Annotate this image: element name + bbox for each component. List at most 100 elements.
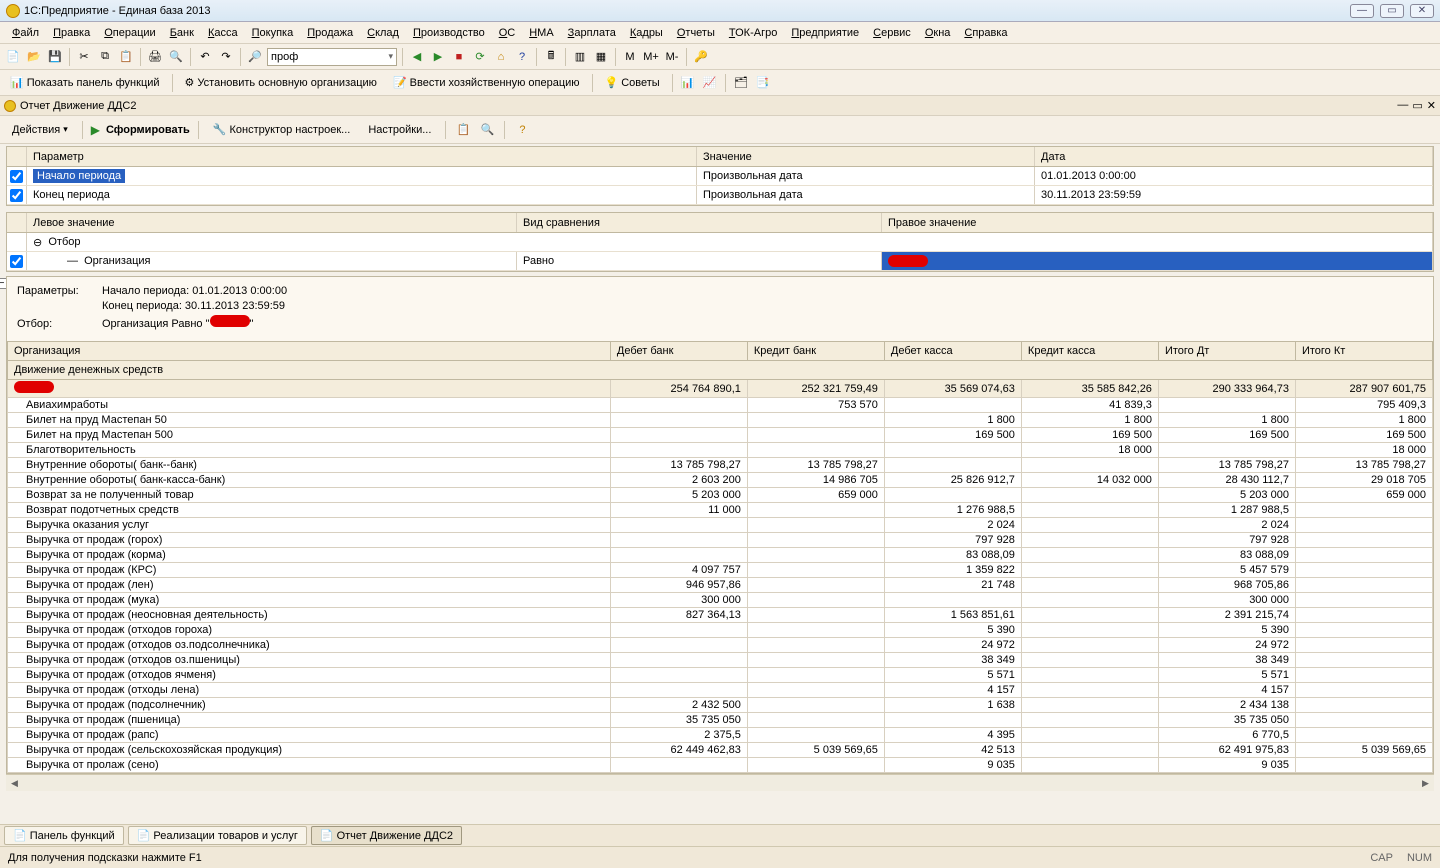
menu-зарплата[interactable]: Зарплата <box>562 25 622 41</box>
menu-окна[interactable]: Окна <box>919 25 957 41</box>
doc-close[interactable]: ✕ <box>1427 99 1436 112</box>
menu-ос[interactable]: ОС <box>493 25 522 41</box>
menu-операции[interactable]: Операции <box>98 25 161 41</box>
param-row[interactable]: Конец периодаПроизвольная дата30.11.2013… <box>7 186 1433 205</box>
table-row[interactable]: Внутренние обороты( банк--банк)13 785 79… <box>8 458 1433 473</box>
horizontal-scrollbar[interactable] <box>6 774 1434 791</box>
menu-отчеты[interactable]: Отчеты <box>671 25 721 41</box>
undo-icon[interactable]: ↶ <box>196 48 214 66</box>
filter-row[interactable]: — Организация Равно <box>7 252 1433 271</box>
search-combo[interactable]: проф <box>267 48 397 66</box>
doc-maximize[interactable]: ▭ <box>1412 99 1422 112</box>
open-icon[interactable]: 📂 <box>25 48 43 66</box>
table-row[interactable]: Возврат подотчетных средств11 0001 276 9… <box>8 503 1433 518</box>
constructor-button[interactable]: 🔧 Конструктор настроек... <box>207 121 357 138</box>
copy-icon[interactable]: ⧉ <box>96 48 114 66</box>
table-row[interactable]: Выручка от продаж (отходов оз.подсолнечн… <box>8 638 1433 653</box>
param-row[interactable]: Начало периодаПроизвольная дата01.01.201… <box>7 167 1433 186</box>
new-icon[interactable]: 📄 <box>4 48 22 66</box>
ext3-icon[interactable]: 🗂 <box>732 74 750 92</box>
advice-button[interactable]: 💡 Советы <box>599 74 666 91</box>
window2-icon[interactable]: ▦ <box>592 48 610 66</box>
menu-склад[interactable]: Склад <box>361 25 405 41</box>
home-icon[interactable]: ⌂ <box>492 48 510 66</box>
menu-предприятие[interactable]: Предприятие <box>785 25 865 41</box>
window1-icon[interactable]: ▥ <box>571 48 589 66</box>
doc-minimize[interactable]: — <box>1397 99 1408 112</box>
menu-касса[interactable]: Касса <box>202 25 244 41</box>
stop-icon[interactable]: ■ <box>450 48 468 66</box>
set-org-button[interactable]: ⚙ Установить основную организацию <box>179 74 383 91</box>
nav-fwd-icon[interactable]: ▶ <box>429 48 447 66</box>
close-button[interactable]: ✕ <box>1410 4 1434 18</box>
actions-dropdown[interactable]: Действия <box>6 122 74 138</box>
column-header[interactable]: Итого Кт <box>1295 342 1432 361</box>
ext2-icon[interactable]: 📈 <box>701 74 719 92</box>
menu-покупка[interactable]: Покупка <box>246 25 300 41</box>
table-row[interactable]: Выручка от продаж (пшеница)35 735 05035 … <box>8 713 1433 728</box>
column-header[interactable]: Кредит банк <box>747 342 884 361</box>
table-row[interactable]: Возврат за не полученный товар5 203 0006… <box>8 488 1433 503</box>
menu-справка[interactable]: Справка <box>958 25 1013 41</box>
table-row[interactable]: Выручка от продаж (неосновная деятельнос… <box>8 608 1433 623</box>
column-header[interactable]: Дебет касса <box>884 342 1021 361</box>
maximize-button[interactable]: ▭ <box>1380 4 1404 18</box>
filter-checkbox[interactable] <box>10 255 23 268</box>
print-icon[interactable]: 🖨 <box>146 48 164 66</box>
table-row[interactable]: Выручка от продаж (отходов оз.пшеницы)38… <box>8 653 1433 668</box>
key-icon[interactable]: 🔑 <box>692 48 710 66</box>
column-header[interactable]: Организация <box>8 342 611 361</box>
show-panel-button[interactable]: 📊 Показать панель функций <box>4 74 166 91</box>
param-checkbox[interactable] <box>10 170 23 183</box>
enter-op-button[interactable]: 📝 Ввести хозяйственную операцию <box>387 74 586 91</box>
table-row[interactable]: Выручка от пролаж (сено)9 0359 035 <box>8 758 1433 773</box>
mplus-button[interactable]: M+ <box>642 48 660 66</box>
menu-сервис[interactable]: Сервис <box>867 25 917 41</box>
table-row[interactable]: Авиахимработы753 57041 839,3795 409,3 <box>8 398 1433 413</box>
table-row[interactable]: Выручка оказания услуг2 0242 024 <box>8 518 1433 533</box>
menu-нма[interactable]: НМА <box>523 25 559 41</box>
table-row[interactable]: Выручка от продаж (КРС)4 097 7571 359 82… <box>8 563 1433 578</box>
task-tab[interactable]: 📄Панель функций <box>4 826 124 845</box>
ext1-icon[interactable]: 📊 <box>679 74 697 92</box>
org-total-row[interactable]: 254 764 890,1252 321 759,4935 569 074,63… <box>8 380 1433 398</box>
column-header[interactable]: Кредит касса <box>1021 342 1158 361</box>
calc-icon[interactable]: 🖩 <box>542 48 560 66</box>
save-icon[interactable]: 💾 <box>46 48 64 66</box>
m-button[interactable]: M <box>621 48 639 66</box>
settings-button[interactable]: Настройки... <box>362 122 437 138</box>
menu-производство[interactable]: Производство <box>407 25 491 41</box>
redo-icon[interactable]: ↷ <box>217 48 235 66</box>
table-row[interactable]: Внутренние обороты( банк-касса-банк)2 60… <box>8 473 1433 488</box>
table-row[interactable]: Выручка от продаж (отходов гороха)5 3905… <box>8 623 1433 638</box>
mminus-button[interactable]: M- <box>663 48 681 66</box>
table-row[interactable]: Выручка от продаж (отходов ячменя)5 5715… <box>8 668 1433 683</box>
search-icon[interactable]: 🔎 <box>246 48 264 66</box>
column-header[interactable]: Дебет банк <box>610 342 747 361</box>
menu-банк[interactable]: Банк <box>164 25 200 41</box>
table-row[interactable]: Выручка от продаж (рапс)2 375,54 3956 77… <box>8 728 1433 743</box>
minimize-button[interactable]: — <box>1350 4 1374 18</box>
help-icon[interactable]: ? <box>513 48 531 66</box>
menu-правка[interactable]: Правка <box>47 25 96 41</box>
help-round-icon[interactable]: ? <box>513 121 531 139</box>
param-checkbox[interactable] <box>10 189 23 202</box>
task-tab[interactable]: 📄Отчет Движение ДДС2 <box>311 826 462 845</box>
table-row[interactable]: Билет на пруд Мастепан 500169 500169 500… <box>8 428 1433 443</box>
menu-кадры[interactable]: Кадры <box>624 25 669 41</box>
paste-icon[interactable]: 📋 <box>117 48 135 66</box>
menu-файл[interactable]: Файл <box>6 25 45 41</box>
task-tab[interactable]: 📄Реализации товаров и услуг <box>128 826 307 845</box>
table-row[interactable]: Выручка от продаж (корма)83 088,0983 088… <box>8 548 1433 563</box>
filter-root-row[interactable]: ⊖ Отбор <box>7 233 1433 252</box>
nav-back-icon[interactable]: ◀ <box>408 48 426 66</box>
preview-icon[interactable]: 🔍 <box>167 48 185 66</box>
table-row[interactable]: Выручка от продаж (сельскохозяйская прод… <box>8 743 1433 758</box>
table-row[interactable]: Билет на пруд Мастепан 501 8001 8001 800… <box>8 413 1433 428</box>
menu-продажа[interactable]: Продажа <box>301 25 359 41</box>
table-row[interactable]: Выручка от продаж (отходы лена)4 1574 15… <box>8 683 1433 698</box>
cut-icon[interactable]: ✂ <box>75 48 93 66</box>
generate-button[interactable]: Сформировать <box>106 124 190 136</box>
table-row[interactable]: Благотворительность18 00018 000 <box>8 443 1433 458</box>
table-row[interactable]: Выручка от продаж (лен)946 957,8621 7489… <box>8 578 1433 593</box>
